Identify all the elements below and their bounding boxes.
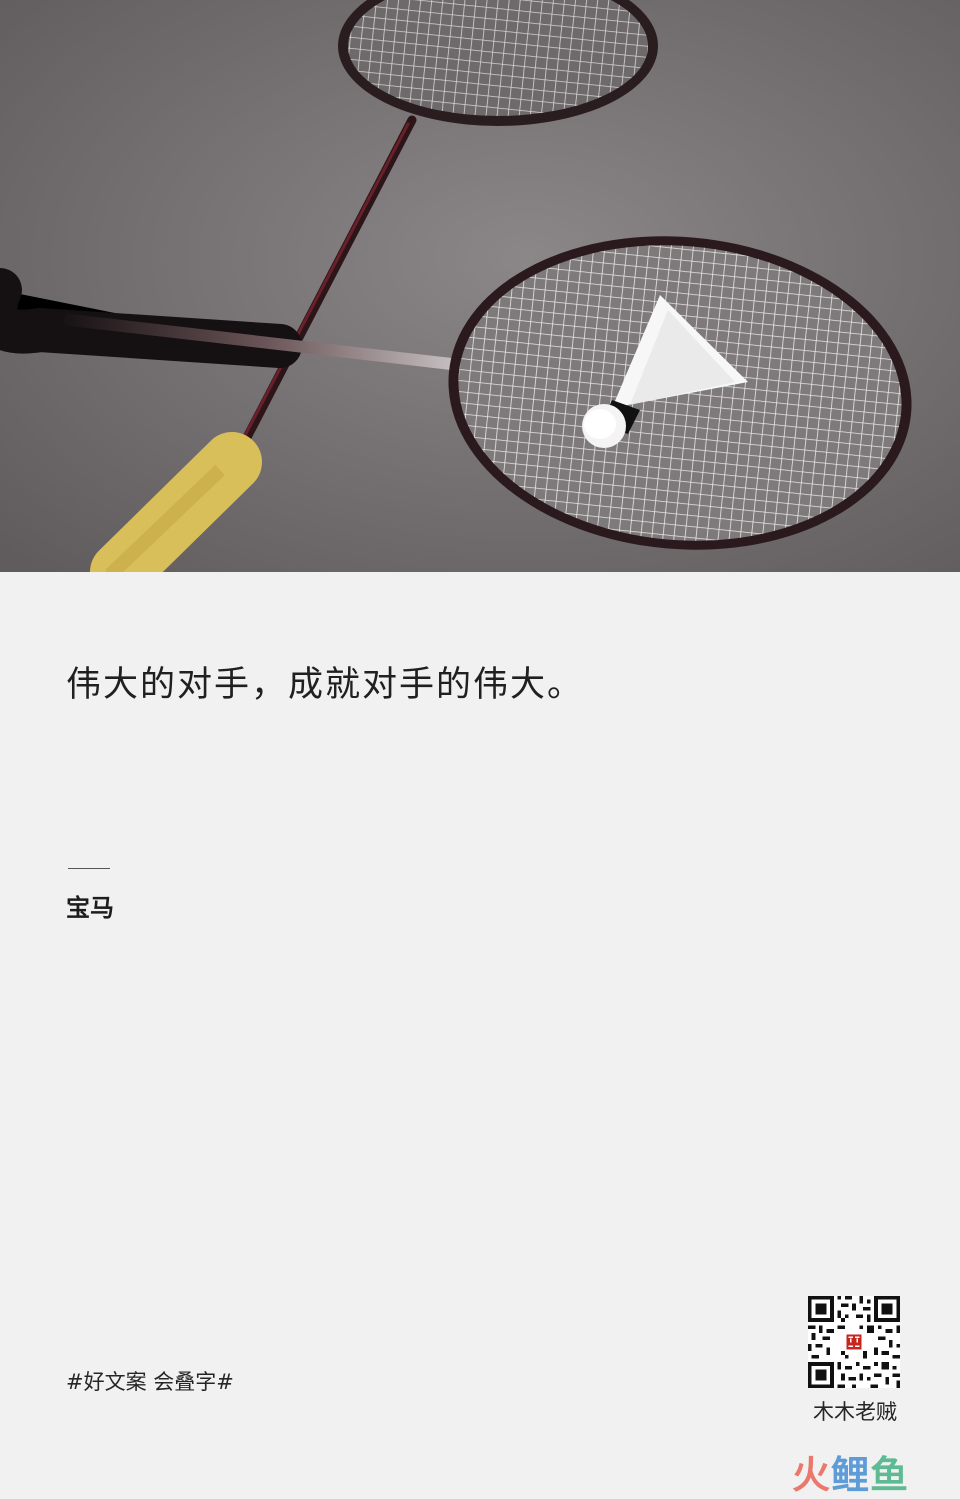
- badminton-photo: [0, 0, 960, 572]
- quote-text: 伟大的对手，成就对手的伟大。: [66, 665, 585, 705]
- watermark-part-2: 鲤: [831, 1453, 871, 1497]
- attribution-brand: 宝马: [66, 894, 114, 922]
- attribution-dash: [68, 868, 110, 869]
- qr-code-icon[interactable]: [808, 1296, 900, 1388]
- watermark-part-1: 火: [792, 1453, 832, 1497]
- hashtags[interactable]: #好文案 会叠字#: [66, 1366, 234, 1396]
- account-name: 木木老贼: [813, 1400, 897, 1424]
- hero-photo: [0, 0, 960, 572]
- watermark-part-3: 鱼: [870, 1453, 910, 1497]
- qr-code[interactable]: [808, 1296, 902, 1388]
- watermark: 火鲤鱼: [792, 1444, 909, 1499]
